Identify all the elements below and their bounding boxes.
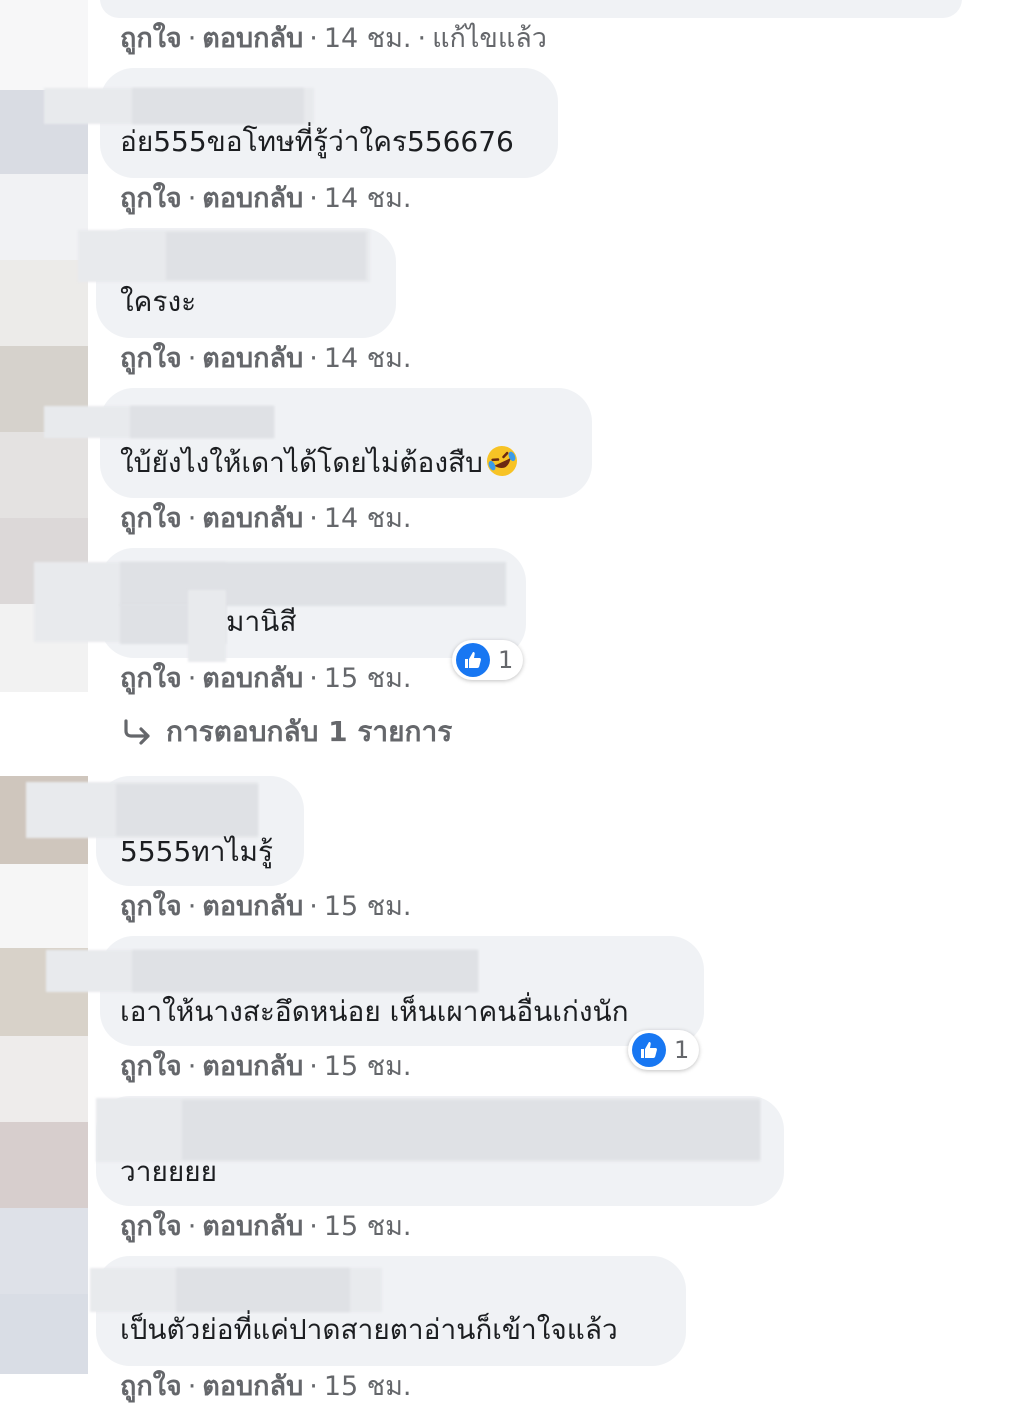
reaction-count: 1 (498, 646, 514, 674)
avatar (0, 0, 88, 90)
comment-actions: ถูกใจ · ตอบกลับ · 14 ชม. · แก้ไขแล้ว (120, 22, 547, 56)
reply-button[interactable]: ตอบกลับ (202, 891, 303, 922)
avatar (0, 1294, 88, 1374)
reply-button[interactable]: ตอบกลับ (202, 1211, 303, 1242)
comment-actions: ถูกใจ · ตอบกลับ · 15 ชม. (120, 1050, 411, 1084)
avatar[interactable] (0, 1122, 88, 1208)
like-button[interactable]: ถูกใจ (120, 1051, 182, 1082)
separator: · (187, 183, 197, 214)
like-button[interactable]: ถูกใจ (120, 23, 182, 54)
timestamp[interactable]: 15 ชม. (324, 1211, 412, 1242)
reply-button[interactable]: ตอบกลับ (202, 183, 303, 214)
like-button[interactable]: ถูกใจ (120, 503, 182, 534)
blurred-author-name (166, 232, 366, 280)
edited-label: แก้ไขแล้ว (432, 23, 547, 54)
comment-text: ใครงะ (120, 285, 197, 318)
timestamp[interactable]: 15 ชม. (324, 663, 412, 694)
like-button[interactable]: ถูกใจ (120, 343, 182, 374)
separator: · (309, 891, 318, 922)
blurred-author-name (176, 1268, 350, 1312)
blurred-text-fragment (188, 590, 226, 662)
blurred-author-name (116, 784, 258, 836)
reply-arrow-icon (122, 719, 152, 745)
view-replies-label: การตอบกลับ 1 รายการ (166, 715, 453, 748)
separator: · (309, 1211, 318, 1242)
avatar[interactable] (0, 1208, 88, 1294)
like-button[interactable]: ถูกใจ (120, 1211, 182, 1242)
avatar[interactable] (0, 260, 88, 346)
separator: · (187, 891, 197, 922)
timestamp[interactable]: 15 ชม. (324, 1371, 412, 1402)
comment-bubble (100, 0, 962, 18)
like-button[interactable]: ถูกใจ (120, 663, 182, 694)
timestamp[interactable]: 14 ชม. (324, 183, 412, 214)
separator: · (187, 1371, 197, 1402)
timestamp[interactable]: 14 ชม. (324, 503, 412, 534)
comment-actions: ถูกใจ · ตอบกลับ · 15 ชม. (120, 1370, 411, 1404)
comment-text: เอาให้นางสะอึดหน่อย เห็นเผาคนอื่นเก่งนัก (120, 995, 629, 1028)
separator: · (187, 343, 197, 374)
timestamp[interactable]: 14 ชม. (324, 343, 412, 374)
view-replies-link[interactable]: การตอบกลับ 1 รายการ (122, 714, 452, 750)
reply-button[interactable]: ตอบกลับ (202, 23, 303, 54)
timestamp[interactable]: 14 ชม. (324, 23, 412, 54)
blurred-author-name (130, 406, 274, 438)
reply-button[interactable]: ตอบกลับ (202, 503, 303, 534)
separator: · (309, 663, 318, 694)
separator: · (309, 343, 318, 374)
blurred-author-name (120, 562, 506, 606)
avatar (0, 432, 88, 518)
separator: · (187, 1211, 197, 1242)
comment-text: เป็นตัวย่อที่แค่ปาดสายตาอ่านก็เข้าใจแล้ว (120, 1313, 618, 1346)
separator: · (309, 1371, 318, 1402)
comment-text-content: ใบ้ยังไงให้เดาได้โดยไม่ต้องสืบ (120, 446, 483, 479)
separator: · (417, 23, 427, 54)
avatar-column (0, 0, 88, 1406)
blurred-author-name (182, 1100, 760, 1160)
separator: · (309, 1051, 318, 1082)
avatar (0, 864, 88, 948)
reply-button[interactable]: ตอบกลับ (202, 343, 303, 374)
separator: · (187, 1051, 197, 1082)
comment-actions: ถูกใจ · ตอบกลับ · 15 ชม. (120, 1210, 411, 1244)
reaction-count: 1 (674, 1036, 690, 1064)
blurred-author-name (132, 88, 304, 124)
avatar (0, 174, 88, 260)
separator: · (309, 183, 318, 214)
comment-actions: ถูกใจ · ตอบกลับ · 15 ชม. (120, 890, 411, 924)
separator: · (187, 23, 197, 54)
comment-text: 5555ทาไมรู้ (120, 835, 274, 868)
rolling-laughing-emoji-icon (485, 444, 519, 478)
comment-text: วายยยย (120, 1155, 218, 1188)
separator: · (309, 503, 318, 534)
timestamp[interactable]: 15 ชม. (324, 891, 412, 922)
comment-text: อ่ย555ขอโทษที่รู้ว่าใคร556676 (120, 125, 514, 158)
separator: · (187, 663, 197, 694)
like-button[interactable]: ถูกใจ (120, 891, 182, 922)
comment-bubble (100, 388, 592, 498)
comment-text: มานิสี (226, 605, 297, 638)
separator: · (309, 23, 318, 54)
reaction-badge[interactable]: 1 (452, 640, 524, 680)
reply-button[interactable]: ตอบกลับ (202, 1051, 303, 1082)
like-button[interactable]: ถูกใจ (120, 1371, 182, 1402)
separator: · (187, 503, 197, 534)
avatar (0, 1036, 88, 1122)
reply-button[interactable]: ตอบกลับ (202, 1371, 303, 1402)
like-thumb-icon (456, 643, 490, 677)
comment-actions: ถูกใจ · ตอบกลับ · 14 ชม. (120, 342, 411, 376)
comment-actions: ถูกใจ · ตอบกลับ · 14 ชม. (120, 502, 411, 536)
reply-button[interactable]: ตอบกลับ (202, 663, 303, 694)
comment-actions: ถูกใจ · ตอบกลับ · 14 ชม. (120, 182, 411, 216)
comment-text: ใบ้ยังไงให้เดาได้โดยไม่ต้องสืบ (120, 444, 519, 481)
timestamp[interactable]: 15 ชม. (324, 1051, 412, 1082)
blurred-author-name (132, 950, 478, 992)
reaction-badge[interactable]: 1 (628, 1030, 700, 1070)
comment-actions: ถูกใจ · ตอบกลับ · 15 ชม. (120, 662, 411, 696)
like-thumb-icon (632, 1033, 666, 1067)
like-button[interactable]: ถูกใจ (120, 183, 182, 214)
